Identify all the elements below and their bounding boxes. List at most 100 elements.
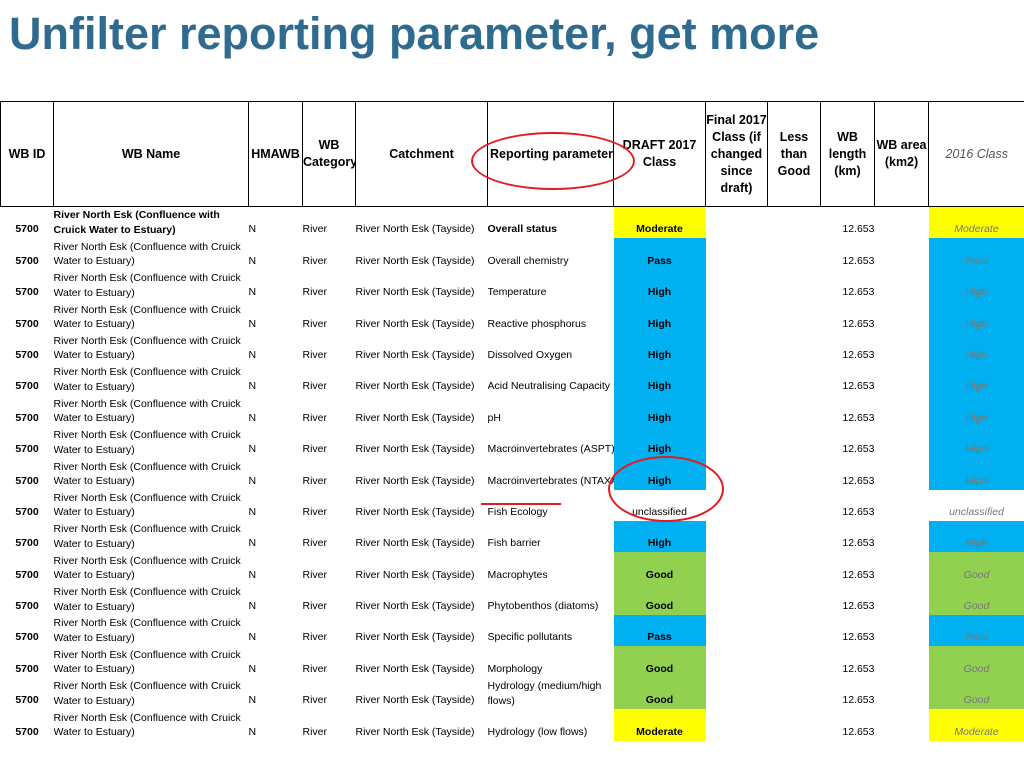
less-than-good-cell: Y	[768, 709, 821, 740]
hmawb-cell: N	[248, 317, 257, 330]
wb-name-cell: River North Esk (Confluence with Cruick …	[53, 397, 241, 425]
wb-id-cell: 5700	[15, 725, 39, 738]
table-row[interactable]: 5700 River North Esk (Confluence with Cru…	[1, 615, 1024, 647]
final-2017-class-cell	[706, 584, 768, 615]
wb-name-cell: River North Esk (Confluence with Cruick …	[53, 617, 241, 644]
draft-2017-class-cell: Moderate	[613, 709, 706, 741]
table-row[interactable]: 5700 River North Esk (Confluence with Cru…	[1, 238, 1024, 270]
wb-id-cell: 5700	[15, 631, 39, 644]
draft-2017-class-cell: High	[613, 301, 706, 333]
header-draft-2017-class[interactable]: DRAFT 2017 Class	[613, 101, 706, 207]
wb-category-cell: River	[302, 725, 328, 738]
wb-area-cell	[875, 458, 929, 489]
header-wb-category[interactable]: WB Category	[302, 101, 356, 207]
header-2016-class[interactable]: 2016 Class	[928, 101, 1024, 207]
table-row[interactable]: 5700 River North Esk (Confluence with Cru…	[1, 426, 1024, 459]
wb-category-cell: River	[302, 317, 328, 330]
final-2017-class-cell	[706, 458, 768, 489]
catchment-cell: River North Esk (Tayside)	[355, 254, 475, 267]
hmawb-cell: N	[248, 568, 257, 581]
table-row[interactable]: 5700 River North Esk (Confluence with Cru…	[1, 206, 1024, 239]
wb-area-cell	[875, 584, 929, 615]
catchment-cell: River North Esk (Tayside)	[355, 725, 475, 738]
catchment-cell: River North Esk (Tayside)	[355, 568, 475, 581]
table-row[interactable]: 5700 River North Esk (Confluence with Cru…	[1, 552, 1024, 584]
wb-area-cell	[875, 333, 929, 364]
table-row[interactable]: 5700 River North Esk (Confluence with Cru…	[1, 395, 1024, 427]
header-wb-name[interactable]: WB Name	[53, 101, 249, 207]
hmawb-cell: N	[248, 537, 257, 550]
less-than-good-cell: N	[768, 364, 821, 395]
table-row[interactable]: 5700 River North Esk (Confluence with Cru…	[1, 269, 1024, 302]
reporting-parameter-cell: Fish Ecology	[487, 505, 548, 518]
wb-length-cell: 12.653	[842, 537, 875, 550]
wb-area-cell	[875, 301, 929, 332]
table-row[interactable]: 5700 River North Esk (Confluence with Cru…	[1, 583, 1024, 616]
wb-category-cell: River	[302, 537, 328, 550]
class-2016-cell: High	[928, 363, 1024, 396]
final-2017-class-cell	[706, 364, 768, 395]
less-than-good-cell: N	[768, 458, 821, 489]
table-row[interactable]: 5700 River North Esk (Confluence with Cru…	[1, 363, 1024, 396]
wb-id-cell: 5700	[15, 348, 39, 361]
wb-area-cell	[875, 427, 929, 458]
wb-length-cell: 12.653	[842, 600, 875, 613]
table-row[interactable]: 5700 River North Esk (Confluence with Cru…	[1, 490, 1024, 521]
table-row[interactable]: 5700 River North Esk (Confluence with Cru…	[1, 709, 1024, 741]
header-wb-id[interactable]: WB ID	[0, 101, 54, 207]
wb-id-cell: 5700	[15, 537, 39, 550]
table-row[interactable]: 5700 River North Esk (Confluence with Cru…	[1, 458, 1024, 490]
wb-id-cell: 5700	[15, 443, 39, 456]
wb-area-cell	[875, 678, 929, 709]
catchment-cell: River North Esk (Tayside)	[355, 286, 475, 299]
wb-id-cell: 5700	[15, 694, 39, 707]
reporting-parameter-cell: Morphology	[487, 662, 543, 675]
table-row[interactable]: 5700 River North Esk (Confluence with Cru…	[1, 301, 1024, 333]
wb-category-cell: River	[302, 662, 328, 675]
wb-area-cell	[875, 207, 929, 239]
wb-category-cell: River	[302, 411, 328, 424]
hmawb-cell: N	[248, 600, 257, 613]
wb-area-cell	[875, 709, 929, 740]
final-2017-class-cell	[706, 270, 768, 301]
table-row[interactable]: 5700 River North Esk (Confluence with Cru…	[1, 520, 1024, 553]
final-2017-class-cell	[706, 395, 768, 426]
header-reporting-parameter[interactable]: Reporting parameter	[487, 101, 614, 207]
header-wb-area[interactable]: WB area (km2)	[874, 101, 929, 207]
wb-id-cell: 5700	[15, 286, 39, 299]
header-wb-length[interactable]: WB length (km)	[820, 101, 875, 207]
catchment-cell: River North Esk (Tayside)	[355, 662, 475, 675]
class-2016-cell: Moderate	[928, 206, 1024, 239]
class-2016-cell: Good	[928, 552, 1024, 584]
table-row[interactable]: 5700 River North Esk (Confluence with Cru…	[1, 332, 1024, 364]
header-catchment[interactable]: Catchment	[355, 101, 488, 207]
header-final-2017-class[interactable]: Final 2017 Class (if changed since draft…	[705, 101, 768, 207]
less-than-good-cell: N	[768, 615, 821, 646]
reporting-parameter-cell: Phytobenthos (diatoms)	[487, 600, 599, 613]
class-2016-cell: Pass	[928, 615, 1024, 647]
wb-length-cell: 12.653	[842, 254, 875, 267]
catchment-cell: River North Esk (Tayside)	[355, 380, 475, 393]
catchment-cell: River North Esk (Tayside)	[355, 317, 475, 330]
wb-name-cell: River North Esk (Confluence with Cruick …	[53, 460, 241, 488]
wb-name-cell: River North Esk (Confluence with Cruick …	[53, 366, 241, 393]
table-row[interactable]: 5700 River North Esk (Confluence with Cru…	[1, 646, 1024, 678]
wb-area-cell	[875, 646, 929, 677]
wb-length-cell: 12.653	[842, 505, 875, 518]
draft-2017-class-cell: Pass	[613, 238, 706, 270]
wb-category-cell: River	[302, 568, 328, 581]
draft-2017-class-cell: High	[613, 520, 706, 553]
wb-length-cell: 12.653	[842, 631, 875, 644]
reporting-parameter-cell: Reactive phosphorus	[487, 317, 587, 330]
wb-category-cell: River	[302, 286, 328, 299]
header-less-than-good[interactable]: Less than Good	[767, 101, 821, 207]
draft-2017-class-cell: High	[613, 332, 706, 364]
wb-name-cell: River North Esk (Confluence with Cruick …	[53, 523, 241, 550]
hmawb-cell: N	[248, 631, 257, 644]
final-2017-class-cell	[706, 552, 768, 583]
catchment-cell: River North Esk (Tayside)	[355, 537, 475, 550]
hmawb-cell: N	[248, 505, 257, 518]
catchment-cell: River North Esk (Tayside)	[355, 474, 475, 487]
header-hmawb[interactable]: HMAWB	[248, 101, 303, 207]
table-row[interactable]: 5700 River North Esk (Confluence with Cru…	[1, 677, 1024, 710]
